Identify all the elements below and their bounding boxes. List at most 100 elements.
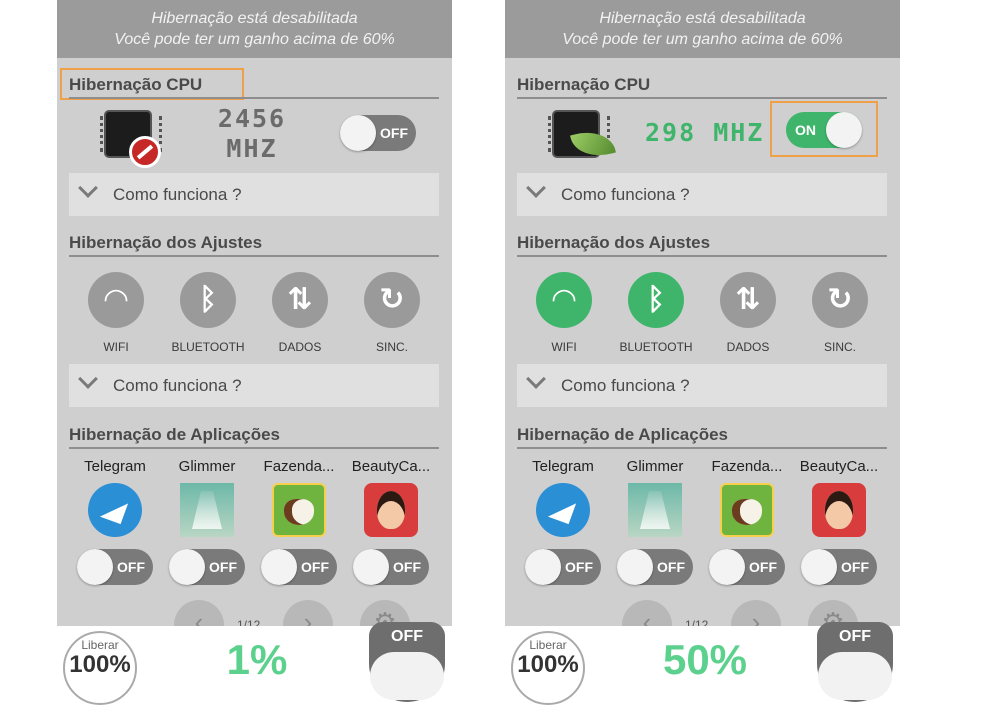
toggle-label: ON [795,122,816,138]
setting-wifi[interactable]: ◠ WIFI [71,272,161,354]
app-toggle[interactable]: OFF [77,549,153,585]
toggle-label: OFF [301,559,329,575]
how-it-works-expander[interactable]: Como funciona ? [517,364,887,407]
settings-section-title: Hibernação dos Ajustes [517,233,711,252]
glimmer-app-icon [180,483,234,537]
setting-label: WIFI [551,340,577,354]
settings-section-title: Hibernação dos Ajustes [69,233,263,252]
toggle-knob [617,549,653,585]
setting-label: SINC. [823,340,856,354]
app-item-glimmer: Glimmer OFF [609,458,701,585]
data-icon: ⇅ [720,272,776,328]
setting-sync[interactable]: ↻ SINC. [795,272,885,354]
toggle-label: OFF [209,559,237,575]
app-name: BeautyCa... [799,458,879,475]
app-item-beautycam: BeautyCa... OFF [345,458,437,585]
status-banner: Hibernação está desabilitada Você pode t… [57,0,452,58]
toggle-knob [340,115,376,151]
app-toggle[interactable]: OFF [617,549,693,585]
how-it-works-label: Como funciona ? [113,185,242,204]
bluetooth-icon: ᛒ [180,272,236,328]
beautycam-app-icon [364,483,418,537]
app-name: Glimmer [626,458,684,475]
app-toggle[interactable]: OFF [169,549,245,585]
banner-line-2: Você pode ter um ganho acima de 60% [114,31,395,48]
divider [69,255,439,257]
app-item-fazenda: Fazenda... OFF [253,458,345,585]
toggle-knob [826,112,862,148]
app-name: BeautyCa... [351,458,431,475]
disabled-badge-icon [129,136,161,168]
bluetooth-icon: ᛒ [628,272,684,328]
setting-label: BLUETOOTH [171,340,245,354]
divider [517,447,887,449]
how-it-works-expander[interactable]: Como funciona ? [69,173,439,216]
divider [517,255,887,257]
app-toggle[interactable]: OFF [525,549,601,585]
sync-icon: ↻ [812,272,868,328]
how-it-works-label: Como funciona ? [113,376,242,395]
master-toggle[interactable]: OFF [369,622,445,702]
setting-sync[interactable]: ↻ SINC. [347,272,437,354]
divider [69,447,439,449]
app-toggle[interactable]: OFF [801,549,877,585]
app-name: Glimmer [178,458,236,475]
telegram-app-icon [88,483,142,537]
cpu-frequency: 298 MHZ [645,118,765,147]
glimmer-app-icon [628,483,682,537]
how-it-works-label: Como funciona ? [561,185,690,204]
toggle-knob [525,549,561,585]
how-it-works-expander[interactable]: Como funciona ? [517,173,887,216]
setting-data[interactable]: ⇅ DADOS [255,272,345,354]
app-toggle[interactable]: OFF [353,549,429,585]
toggle-label: OFF [839,628,871,645]
cpu-toggle[interactable]: OFF [340,115,416,151]
how-it-works-expander[interactable]: Como funciona ? [69,364,439,407]
liberar-button[interactable]: Liberar 100% [63,631,137,705]
banner-line-1: Hibernação está desabilitada [599,10,806,27]
hibernation-percent: 1% [226,636,288,683]
toggle-knob [77,549,113,585]
app-item-telegram: Telegram OFF [69,458,161,585]
divider [69,97,439,99]
toggle-label: OFF [841,559,869,575]
app-name: Telegram [84,458,146,475]
phone-screen-right: Hibernação está desabilitada Você pode t… [505,0,900,706]
app-toggle[interactable]: OFF [261,549,337,585]
cpu-toggle[interactable]: ON [786,112,862,148]
setting-wifi[interactable]: ◠ WIFI [519,272,609,354]
phone-screen-left: Hibernação está desabilitada Você pode t… [57,0,452,706]
toggle-label: OFF [565,559,593,575]
toggle-label: OFF [380,125,408,141]
liberar-button[interactable]: Liberar 100% [511,631,585,705]
setting-label: SINC. [375,340,408,354]
setting-bluetooth[interactable]: ᛒ BLUETOOTH [611,272,701,354]
liberar-value: 100% [517,651,579,678]
liberar-value: 100% [69,651,131,678]
chevron-down-icon [526,178,546,198]
apps-section-title: Hibernação de Aplicações [517,425,729,444]
banner-line-1: Hibernação está desabilitada [151,10,358,27]
toggle-knob [261,549,297,585]
app-item-fazenda: Fazenda... OFF [701,458,793,585]
chevron-down-icon [526,369,546,389]
apps-section-title: Hibernação de Aplicações [69,425,281,444]
app-name: Fazenda... [711,458,783,475]
fazenda-app-icon [720,483,774,537]
setting-bluetooth[interactable]: ᛒ BLUETOOTH [163,272,253,354]
liberar-label: Liberar [81,638,119,652]
setting-label: BLUETOOTH [619,340,693,354]
hibernation-percent: 50% [662,636,748,683]
how-it-works-label: Como funciona ? [561,376,690,395]
app-item-beautycam: BeautyCa... OFF [793,458,885,585]
fazenda-app-icon [272,483,326,537]
setting-label: WIFI [103,340,129,354]
master-toggle[interactable]: OFF [817,622,893,702]
sync-icon: ↻ [364,272,420,328]
toggle-knob [370,652,444,700]
setting-label: DADOS [278,340,322,354]
app-toggle[interactable]: OFF [709,549,785,585]
setting-data[interactable]: ⇅ DADOS [703,272,793,354]
banner-line-2: Você pode ter um ganho acima de 60% [562,31,843,48]
toggle-knob [709,549,745,585]
